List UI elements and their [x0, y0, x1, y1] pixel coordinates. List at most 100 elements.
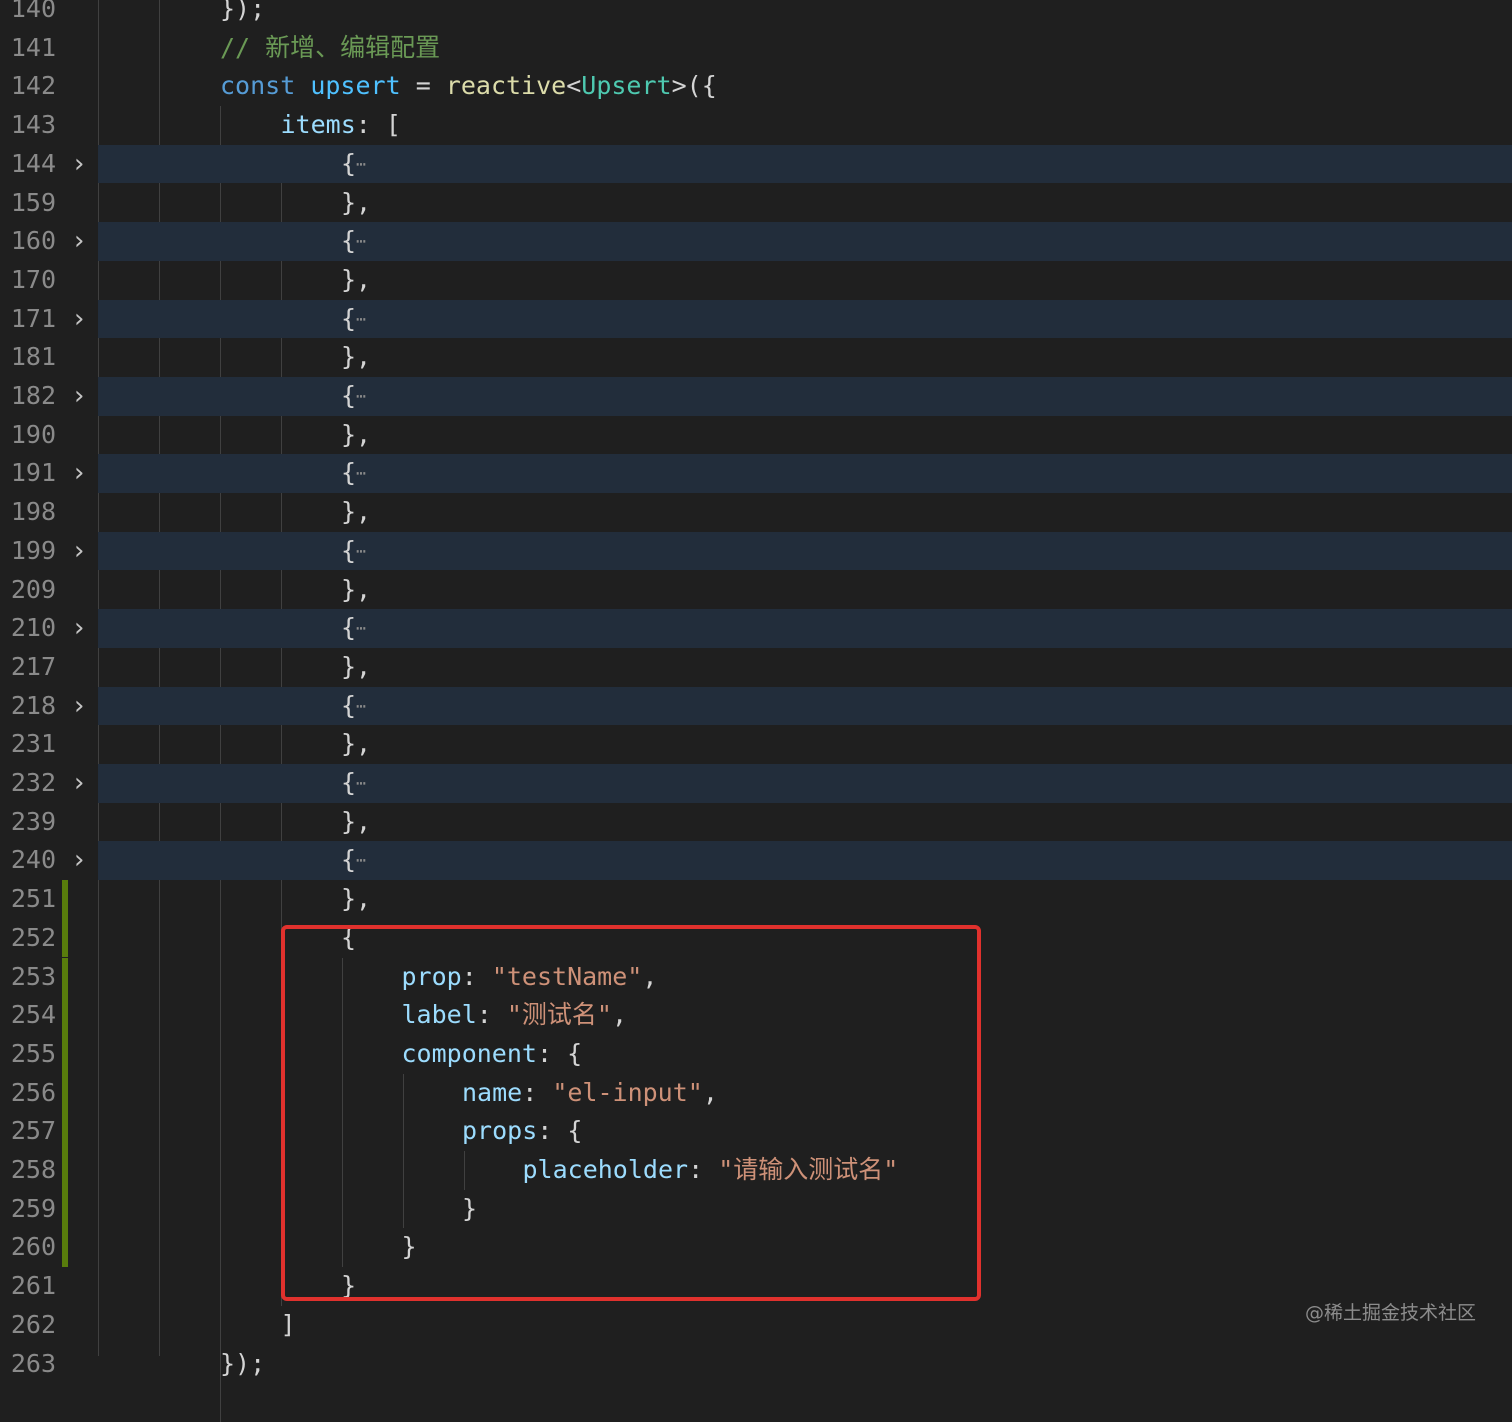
fold-ellipsis: ⋯ [356, 618, 366, 638]
code-token: }, [341, 884, 372, 914]
code-line[interactable]: 170}, [0, 261, 1512, 300]
code-line[interactable]: 217}, [0, 648, 1512, 687]
line-number: 217 [10, 651, 56, 681]
code-text: {⋯ [341, 609, 366, 648]
line-number: 218 [10, 690, 56, 720]
code-token: Upsert [581, 71, 672, 101]
modified-gutter-marker [62, 1073, 68, 1113]
code-line[interactable]: 181}, [0, 338, 1512, 377]
code-line[interactable]: 140}); [0, 0, 1512, 29]
code-line[interactable]: 232 › {⋯ [0, 764, 1512, 803]
fold-ellipsis: ⋯ [356, 154, 366, 174]
code-text: }); [220, 0, 265, 29]
code-text: {⋯ [341, 300, 366, 339]
modified-gutter-marker [62, 880, 68, 919]
code-token: }, [341, 187, 372, 217]
line-number: 170 [10, 264, 56, 294]
line-number: 251 [10, 884, 56, 914]
line-number: 198 [10, 497, 56, 527]
code-line[interactable]: 199 › {⋯ [0, 531, 1512, 571]
code-line[interactable]: 142 const upsert = reactive<Upsert>({ [0, 67, 1512, 106]
line-number: 141 [10, 32, 56, 62]
line-number: 199 [10, 535, 56, 565]
line-number: 142 [10, 71, 56, 101]
modified-gutter-marker [62, 996, 68, 1035]
watermark: @稀土掘金技术社区 [1304, 1302, 1476, 1324]
code-line[interactable]: 144 › {⋯ [0, 144, 1512, 184]
code-line[interactable]: 190}, [0, 416, 1512, 455]
chevron-right-icon[interactable]: › [69, 687, 89, 726]
code-token: }, [341, 574, 372, 604]
fold-ellipsis: ⋯ [356, 773, 366, 793]
code-line[interactable]: 251}, [0, 880, 1512, 919]
line-number: 144 [10, 148, 56, 178]
line-number: 259 [10, 1193, 56, 1223]
code-line[interactable]: 171 › {⋯ [0, 299, 1512, 339]
line-number: 257 [10, 1116, 56, 1146]
code-text: {⋯ [341, 222, 366, 261]
chevron-right-icon[interactable]: › [69, 841, 89, 880]
modified-gutter-marker [62, 1151, 68, 1190]
line-number: 190 [10, 419, 56, 449]
code-text: }, [341, 416, 371, 455]
chevron-right-icon[interactable]: › [69, 300, 89, 339]
code-text: ] [281, 1306, 296, 1345]
code-token: ] [280, 1309, 296, 1339]
code-text: // 新增、编辑配置 [220, 29, 440, 68]
code-line[interactable]: 239}, [0, 803, 1512, 842]
code-line[interactable]: 209}, [0, 571, 1512, 610]
code-token: }, [341, 729, 372, 759]
chevron-right-icon[interactable]: › [69, 145, 89, 184]
code-token: { [341, 535, 357, 565]
code-token: { [341, 613, 357, 643]
code-text: }, [341, 648, 371, 687]
line-number: 263 [10, 1348, 56, 1378]
line-number: 231 [10, 729, 56, 759]
code-token: }, [341, 342, 372, 372]
line-number: 256 [10, 1077, 56, 1107]
highlight-box [281, 925, 981, 1301]
chevron-right-icon[interactable]: › [69, 454, 89, 493]
code-token: < [566, 71, 582, 101]
line-number: 258 [10, 1155, 56, 1184]
code-text: {⋯ [341, 145, 366, 184]
code-text: }); [220, 1345, 265, 1384]
code-text: items: [ [281, 106, 401, 145]
code-line[interactable]: 262] [0, 1306, 1512, 1345]
code-line[interactable]: 159}, [0, 184, 1512, 223]
line-number: 261 [10, 1271, 56, 1301]
code-token: items [280, 110, 356, 140]
chevron-right-icon[interactable]: › [69, 764, 89, 803]
line-number: 254 [10, 1000, 56, 1030]
code-text: const upsert = reactive<Upsert>({ [220, 67, 717, 106]
code-line[interactable]: 198}, [0, 493, 1512, 532]
chevron-right-icon[interactable]: › [69, 532, 89, 571]
line-number: 255 [10, 1038, 56, 1068]
chevron-right-icon[interactable]: › [69, 377, 89, 416]
code-token: { [341, 226, 357, 256]
code-text: {⋯ [341, 454, 366, 493]
line-number: 171 [10, 303, 56, 333]
code-line[interactable]: 263}); [0, 1345, 1512, 1384]
line-number: 252 [10, 922, 56, 952]
code-token: }); [220, 1348, 266, 1378]
code-line[interactable]: 210 › {⋯ [0, 609, 1512, 648]
code-text: }, [341, 338, 371, 377]
code-line[interactable]: 143 items: [ [0, 106, 1512, 145]
code-text: }, [341, 880, 371, 919]
chevron-right-icon[interactable]: › [69, 609, 89, 648]
code-line[interactable]: 182 › {⋯ [0, 377, 1512, 416]
code-line[interactable]: 141 // 新增、编辑配置 [0, 29, 1512, 68]
code-line[interactable]: 218 › {⋯ [0, 686, 1512, 726]
code-editor[interactable]: 140}); 141 // 新增、编辑配置 142 const upsert = rea… [0, 0, 1512, 1422]
code-line[interactable]: 160 › {⋯ [0, 222, 1512, 261]
code-line[interactable]: 240 › {⋯ [0, 841, 1512, 880]
chevron-right-icon[interactable]: › [69, 222, 89, 261]
modified-gutter-marker [62, 1112, 68, 1151]
code-token: }, [341, 651, 372, 681]
code-line[interactable]: 231}, [0, 725, 1512, 764]
code-text: {⋯ [341, 764, 366, 803]
modified-gutter-marker [62, 918, 68, 958]
code-line[interactable]: 191 › {⋯ [0, 454, 1512, 493]
